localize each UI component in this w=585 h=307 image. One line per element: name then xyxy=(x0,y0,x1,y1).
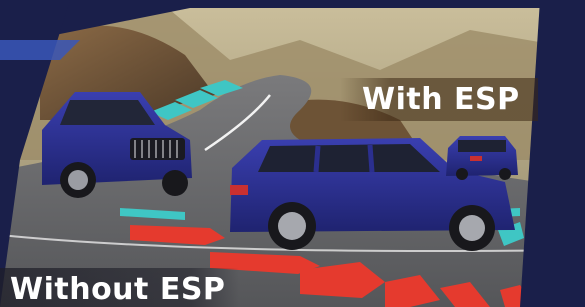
esp-comparison-banner: With ESP Without ESP xyxy=(0,0,585,307)
with-esp-label: With ESP xyxy=(340,78,538,121)
suv-rear-distant xyxy=(446,136,518,180)
without-esp-label: Without ESP xyxy=(0,268,240,307)
scene-illustration xyxy=(0,0,585,307)
